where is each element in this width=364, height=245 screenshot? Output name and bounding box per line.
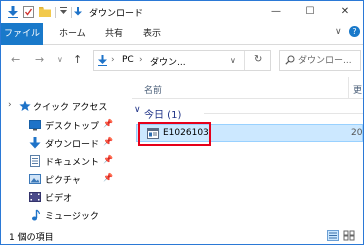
- sidebar-item-label: デスクトップ: [45, 122, 100, 132]
- breadcrumb-pc[interactable]: PC: [122, 55, 134, 65]
- forward-button[interactable]: →: [35, 53, 44, 66]
- pin-icon[interactable]: 📌: [103, 119, 113, 128]
- sidebar-item-videos[interactable]: ビデオ: [1, 188, 131, 206]
- sidebar-item-label: ミュージック: [45, 212, 99, 222]
- new-folder-icon[interactable]: [39, 6, 51, 17]
- sidebar-item-label: ドキュメント: [45, 158, 100, 168]
- file-list-pane: 名前 更 ∨ 今日 (1) E1026103 20: [132, 77, 363, 227]
- picture-icon: [29, 174, 41, 184]
- sidebar-item-label: ピクチャ: [45, 176, 81, 186]
- download-icon: [29, 137, 41, 149]
- back-button[interactable]: ←: [11, 53, 20, 66]
- properties-icon[interactable]: [23, 6, 34, 18]
- download-folder-icon: [8, 6, 18, 18]
- tab-view[interactable]: 表示: [143, 23, 161, 45]
- music-icon: [32, 209, 41, 221]
- desktop-icon: [29, 120, 41, 131]
- breadcrumb-separator-2: ›: [139, 55, 143, 65]
- chevron-right-icon[interactable]: ›: [8, 100, 12, 110]
- highlight-box: [138, 122, 211, 146]
- group-label: 今日 (1): [144, 110, 182, 121]
- column-header-row: 名前 更: [132, 77, 363, 99]
- sidebar-item-desktop[interactable]: デスクトップ 📌: [1, 116, 131, 134]
- ribbon-tabs: ファイル ホーム 共有 表示 ∨ ?: [1, 23, 363, 45]
- pin-icon[interactable]: 📌: [103, 173, 113, 182]
- close-button[interactable]: ✕: [328, 1, 362, 23]
- sidebar-item-documents[interactable]: ドキュメント 📌: [1, 152, 131, 170]
- column-header-name[interactable]: 名前: [144, 83, 162, 96]
- tab-file[interactable]: ファイル: [1, 23, 43, 45]
- explorer-window: ダウンロード — ☐ ✕ ファイル ホーム 共有 表示 ∨ ? ← → ∨ ↑ …: [0, 0, 364, 245]
- sidebar-item-downloads[interactable]: ダウンロード 📌: [1, 134, 131, 152]
- address-dropdown-icon[interactable]: ∨: [230, 56, 236, 65]
- file-date: 20: [351, 128, 363, 138]
- maximize-button[interactable]: ☐: [293, 1, 327, 23]
- recent-locations-button[interactable]: ∨: [57, 55, 63, 64]
- address-download-icon: [98, 55, 107, 66]
- sidebar-item-pictures[interactable]: ピクチャ 📌: [1, 170, 131, 188]
- sidebar-item-music[interactable]: ミュージック: [1, 206, 131, 224]
- up-button[interactable]: ↑: [73, 53, 82, 66]
- address-bar-row: ← → ∨ ↑ › PC › ダウン... ∨ ↻: [1, 46, 363, 76]
- video-icon: [29, 192, 41, 202]
- large-icons-view-icon[interactable]: [343, 230, 355, 241]
- pin-icon[interactable]: 📌: [103, 155, 113, 164]
- tab-home[interactable]: ホーム: [59, 23, 86, 45]
- address-field[interactable]: › PC › ダウン... ∨ ↻: [93, 50, 271, 71]
- search-icon: [285, 55, 295, 65]
- title-bar: ダウンロード — ☐ ✕: [1, 1, 363, 23]
- title-separator-2: [71, 7, 72, 18]
- breadcrumb-downloads[interactable]: ダウン...: [150, 55, 186, 68]
- status-bar: 1 個の項目: [1, 228, 363, 244]
- tab-share[interactable]: 共有: [105, 23, 123, 45]
- item-count: 1 個の項目: [9, 233, 54, 243]
- quick-access-toolbar-dropdown-icon[interactable]: [60, 6, 67, 16]
- window-title: ダウンロード: [89, 9, 144, 19]
- title-download-icon: [74, 7, 82, 16]
- quick-access-label: クイック アクセス: [33, 103, 108, 113]
- minimize-button[interactable]: —: [259, 1, 293, 23]
- details-view-icon[interactable]: [327, 230, 339, 241]
- search-box[interactable]: [279, 50, 361, 71]
- chevron-down-icon[interactable]: ∨: [134, 105, 141, 115]
- document-icon: [30, 155, 40, 167]
- sidebar-item-label: ダウンロード: [45, 140, 100, 150]
- group-header-today[interactable]: ∨ 今日 (1): [132, 105, 363, 121]
- navigation-pane: › クイック アクセス デスクトップ 📌 ダウンロード 📌 ドキュメント 📌 ピ…: [1, 77, 131, 227]
- column-header-date[interactable]: 更: [353, 83, 362, 96]
- sidebar-item-label: ビデオ: [45, 194, 73, 204]
- star-icon: [19, 100, 31, 111]
- ribbon-expand-icon[interactable]: ∨: [335, 27, 342, 37]
- search-input[interactable]: [298, 54, 358, 68]
- title-separator: [55, 7, 56, 18]
- quick-access-item[interactable]: › クイック アクセス: [1, 97, 131, 115]
- address-divider: [244, 51, 245, 70]
- breadcrumb-separator: ›: [111, 55, 115, 65]
- pin-icon[interactable]: 📌: [103, 137, 113, 146]
- column-divider[interactable]: [348, 77, 349, 99]
- group-divider: [204, 113, 363, 114]
- help-icon[interactable]: ?: [349, 26, 360, 37]
- refresh-icon[interactable]: ↻: [254, 54, 262, 65]
